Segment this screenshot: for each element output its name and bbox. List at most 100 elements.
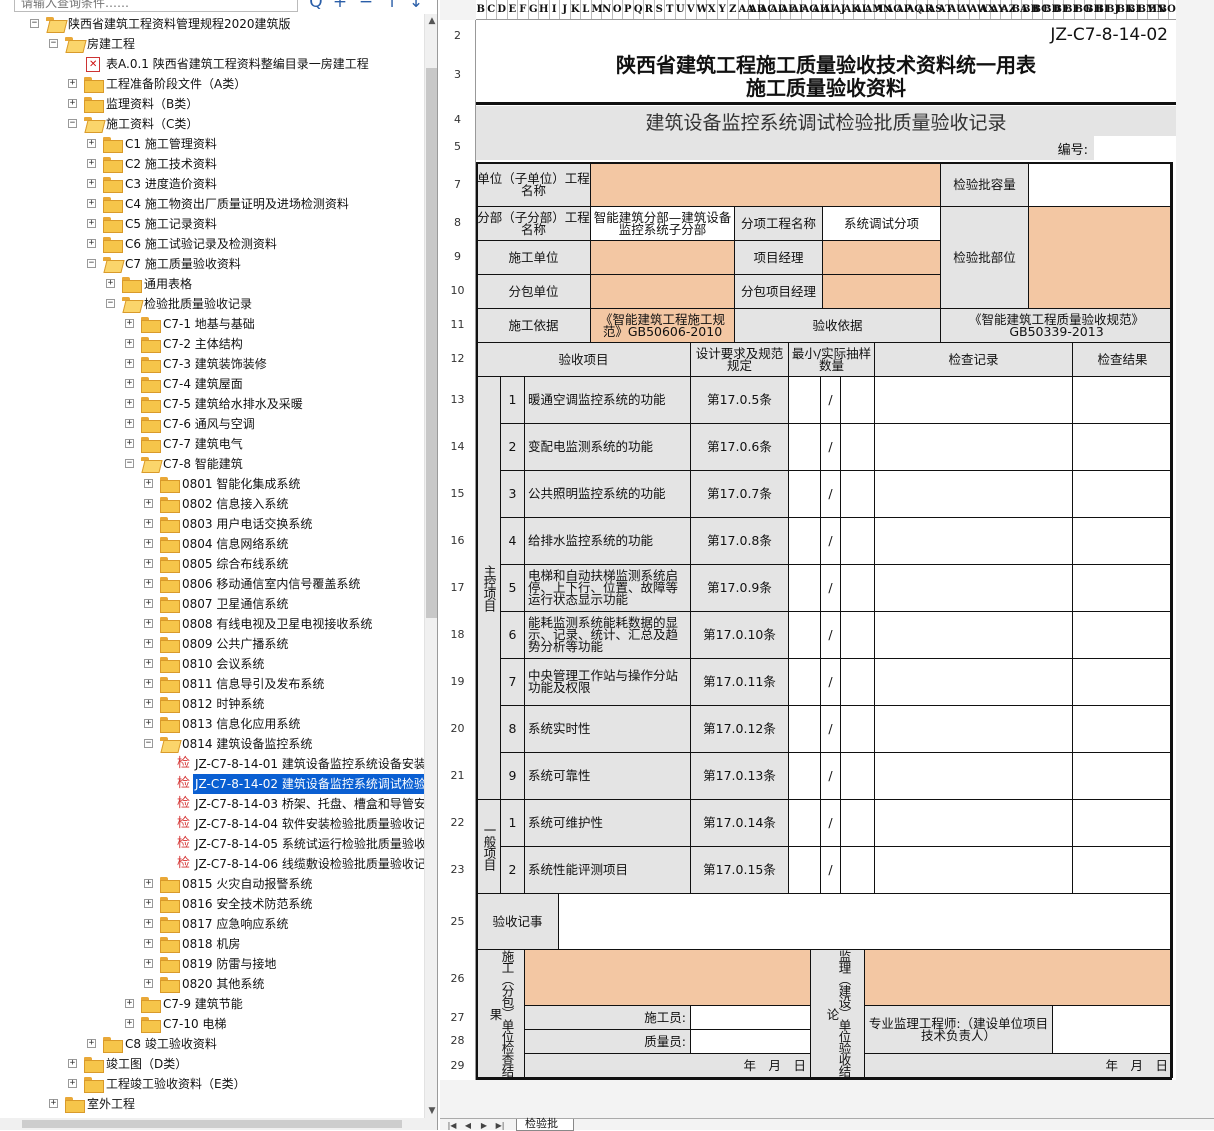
record-field[interactable]: [874, 376, 1073, 424]
column-header[interactable]: BF: [1064, 0, 1080, 19]
collapse-icon[interactable]: −: [49, 39, 58, 48]
column-header[interactable]: BK: [1117, 0, 1134, 19]
collapse-icon[interactable]: −: [68, 119, 77, 128]
row-header[interactable]: 15: [440, 487, 475, 500]
inspector-field[interactable]: [690, 1005, 811, 1030]
column-header[interactable]: AR: [917, 0, 933, 19]
column-header[interactable]: S: [655, 0, 665, 19]
notes-field[interactable]: [558, 893, 1173, 950]
sample-min-field[interactable]: [788, 376, 821, 424]
column-header[interactable]: AN: [875, 0, 892, 19]
column-header[interactable]: F: [518, 0, 529, 19]
expand-icon[interactable]: +: [144, 619, 153, 628]
record-field[interactable]: [874, 517, 1073, 565]
row-header[interactable]: 8: [440, 216, 475, 229]
expand-icon[interactable]: +: [125, 399, 134, 408]
sample-actual-field[interactable]: [840, 423, 875, 471]
collapse-icon[interactable]: −: [106, 299, 115, 308]
column-header[interactable]: BB: [1022, 0, 1039, 19]
expand-icon[interactable]: +: [87, 1039, 96, 1048]
expand-icon[interactable]: +: [125, 1019, 134, 1028]
row-header[interactable]: 14: [440, 440, 475, 453]
result-field[interactable]: [1072, 470, 1173, 518]
result-field[interactable]: [1072, 517, 1173, 565]
column-header[interactable]: AV: [959, 0, 974, 19]
sample-min-field[interactable]: [788, 611, 821, 659]
record-field[interactable]: [874, 846, 1073, 894]
row-header[interactable]: 10: [440, 284, 475, 297]
tab-sheet[interactable]: 检验批: [516, 1118, 574, 1131]
expand-icon[interactable]: +: [68, 79, 77, 88]
column-header[interactable]: O: [613, 0, 623, 19]
expand-icon[interactable]: +: [87, 179, 96, 188]
record-field[interactable]: [874, 564, 1073, 612]
row-header[interactable]: 29: [440, 1059, 475, 1072]
scroll-down-icon[interactable]: ▼: [425, 1104, 437, 1118]
location-field[interactable]: [1028, 206, 1173, 309]
expand-icon[interactable]: +: [144, 579, 153, 588]
sample-actual-field[interactable]: [840, 517, 875, 565]
column-header[interactable]: AU: [949, 0, 965, 19]
sample-actual-field[interactable]: [840, 846, 875, 894]
column-header[interactable]: AH: [812, 0, 829, 19]
sub-pm-field[interactable]: [822, 274, 941, 309]
prev-sheet-icon[interactable]: ◀: [462, 1120, 474, 1131]
row-header[interactable]: 21: [440, 769, 475, 782]
sample-actual-field[interactable]: [840, 611, 875, 659]
column-header[interactable]: BM: [1138, 0, 1157, 19]
search-input[interactable]: [14, 0, 298, 12]
expand-icon[interactable]: +: [144, 479, 153, 488]
expand-icon[interactable]: +: [49, 1099, 58, 1108]
result-field[interactable]: [1072, 376, 1173, 424]
expand-icon[interactable]: +: [125, 319, 134, 328]
last-sheet-icon[interactable]: ▶|: [494, 1120, 506, 1131]
column-header[interactable]: AD: [770, 0, 786, 19]
move-down-icon[interactable]: ↓: [406, 0, 426, 11]
sample-min-field[interactable]: [788, 517, 821, 565]
column-header[interactable]: M: [592, 0, 603, 19]
row-header[interactable]: 7: [440, 178, 475, 191]
column-header[interactable]: AL: [854, 0, 869, 19]
sample-min-field[interactable]: [788, 423, 821, 471]
expand-icon[interactable]: +: [87, 159, 96, 168]
column-header[interactable]: BL: [1127, 0, 1142, 19]
column-header[interactable]: BA: [1012, 0, 1028, 19]
expand-icon[interactable]: +: [68, 99, 77, 108]
hscroll-thumb[interactable]: [22, 1120, 402, 1128]
expand-icon[interactable]: +: [106, 279, 115, 288]
expand-icon[interactable]: +: [87, 239, 96, 248]
column-header[interactable]: Q: [634, 0, 644, 19]
expand-icon[interactable]: +: [144, 679, 153, 688]
column-header[interactable]: BN: [1148, 0, 1166, 19]
column-header[interactable]: AK: [844, 0, 860, 19]
row-header[interactable]: 18: [440, 628, 475, 641]
subcontractor-field[interactable]: [590, 274, 735, 309]
collapse-icon[interactable]: −: [30, 19, 39, 28]
column-header[interactable]: Z: [728, 0, 739, 19]
column-header[interactable]: AA: [739, 0, 754, 19]
row-header[interactable]: 2: [440, 29, 475, 42]
supervisor-conclusion-field[interactable]: [864, 949, 1173, 1006]
column-header[interactable]: J: [560, 0, 571, 19]
column-header[interactable]: R: [644, 0, 655, 19]
tree-horizontal-scrollbar[interactable]: [0, 1118, 437, 1130]
column-header[interactable]: AZ: [1001, 0, 1016, 19]
expand-icon[interactable]: +: [87, 199, 96, 208]
row-header[interactable]: 22: [440, 816, 475, 829]
column-header[interactable]: N: [602, 0, 613, 19]
column-header[interactable]: AM: [865, 0, 883, 19]
sample-actual-field[interactable]: [840, 564, 875, 612]
record-field[interactable]: [874, 705, 1073, 753]
expand-icon[interactable]: +: [144, 639, 153, 648]
result-field[interactable]: [1072, 799, 1173, 847]
contractor-conclusion-field[interactable]: [524, 949, 811, 1006]
expand-icon[interactable]: +: [144, 879, 153, 888]
quality-field[interactable]: [690, 1029, 811, 1054]
sample-actual-field[interactable]: [840, 705, 875, 753]
result-field[interactable]: [1072, 752, 1173, 800]
move-up-icon[interactable]: ↑: [382, 0, 402, 11]
column-header[interactable]: BE: [1054, 0, 1070, 19]
expand-icon[interactable]: +: [144, 719, 153, 728]
column-header[interactable]: Y: [718, 0, 728, 19]
column-header[interactable]: AP: [896, 0, 911, 19]
